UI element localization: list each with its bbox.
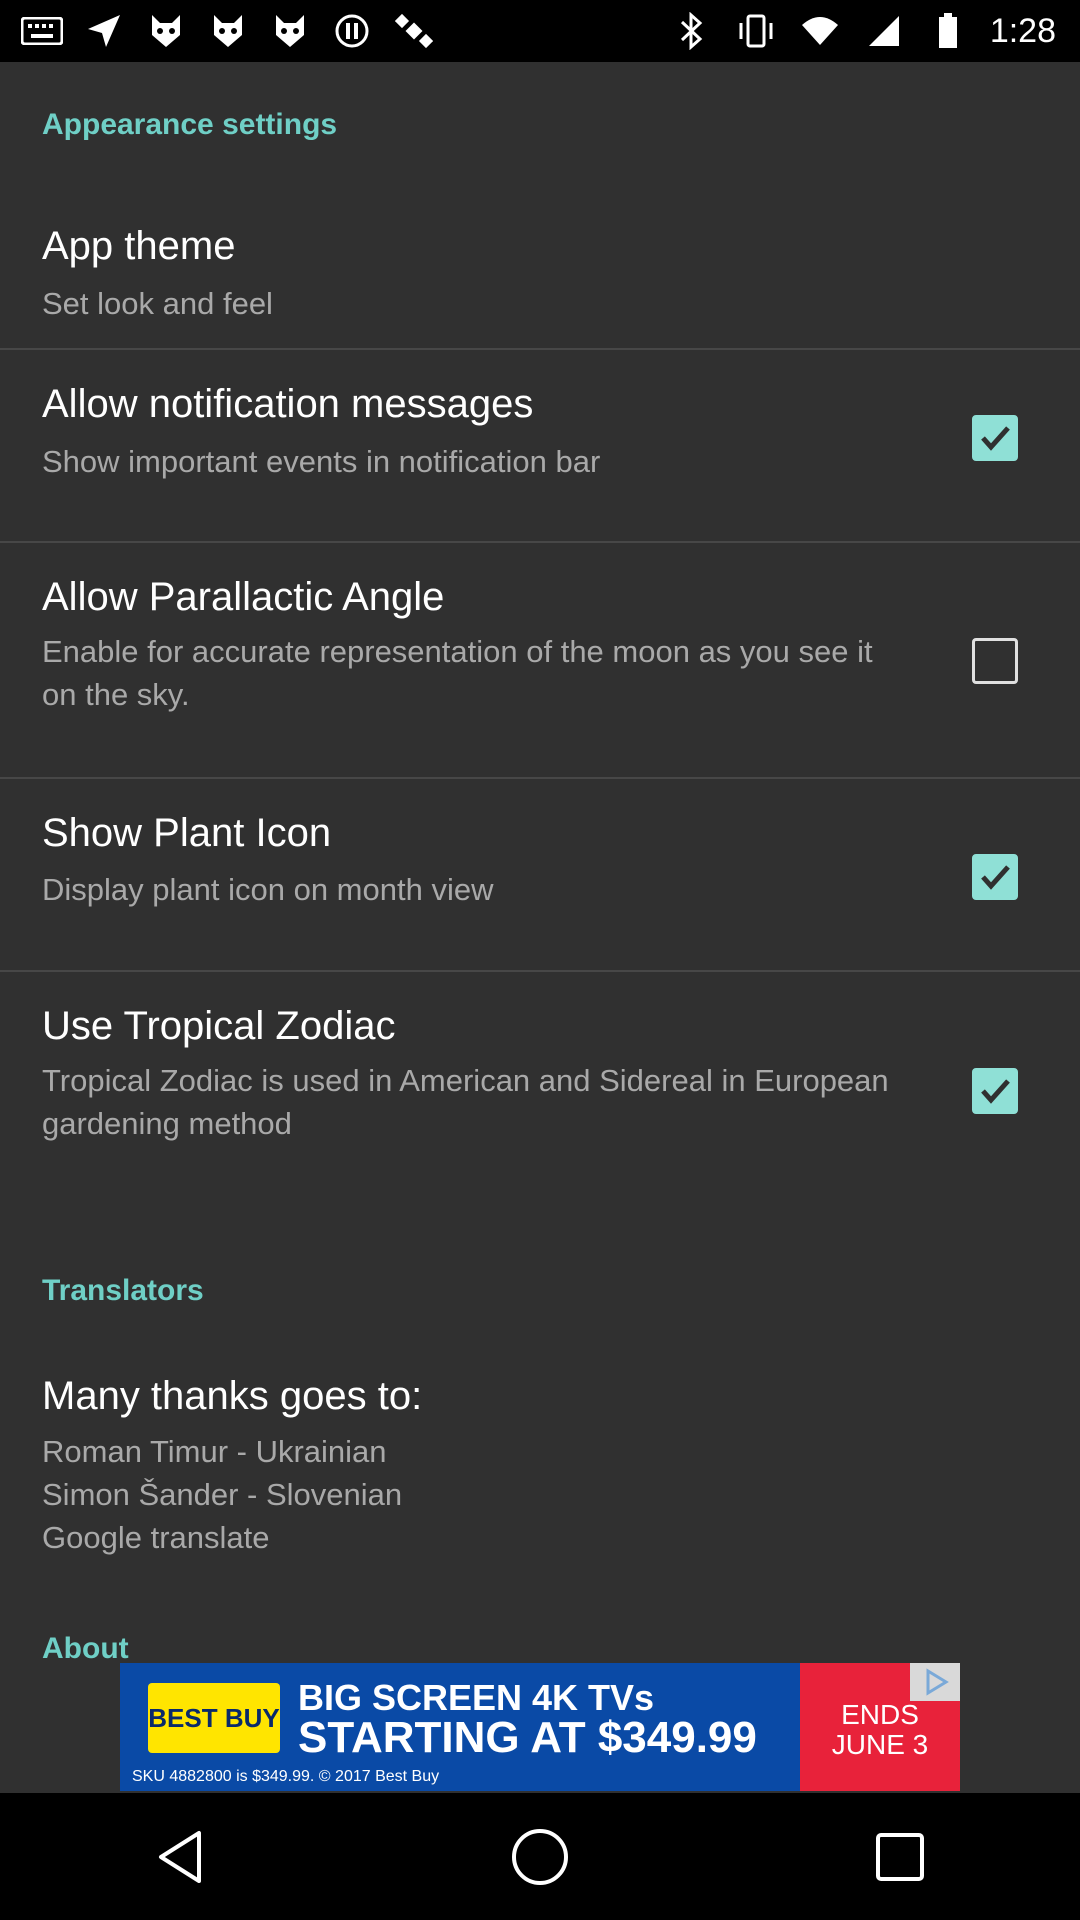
- satellite-icon: [392, 11, 436, 51]
- wifi-icon: [798, 11, 842, 51]
- translators-list: Roman Timur - Ukrainian Simon Šander - S…: [42, 1434, 403, 1555]
- back-button[interactable]: [130, 1807, 230, 1907]
- checkbox-allow-notifications[interactable]: [972, 415, 1018, 461]
- setting-subtitle: Enable for accurate representation of th…: [42, 634, 873, 712]
- setting-title: App theme: [42, 224, 236, 268]
- checkbox-tropical-zodiac[interactable]: [972, 1068, 1018, 1114]
- setting-tropical-zodiac[interactable]: Use Tropical Zodiac Tropical Zodiac is u…: [0, 972, 1080, 1212]
- cat-icon: [206, 11, 250, 51]
- cat-icon: [268, 11, 312, 51]
- home-icon: [512, 1828, 568, 1885]
- ad-ends-line2: JUNE 3: [831, 1729, 929, 1760]
- signal-icon: [862, 11, 906, 51]
- status-bar-left: [0, 11, 436, 51]
- ad-banner[interactable]: BEST BUY BIG SCREEN 4K TVs STARTING AT $…: [120, 1663, 960, 1791]
- recents-button[interactable]: [850, 1807, 950, 1907]
- setting-subtitle: Display plant icon on month view: [42, 872, 494, 907]
- ad-legal-text: SKU 4882800 is $349.99. © 2017 Best Buy: [132, 1768, 440, 1785]
- back-icon: [159, 1830, 201, 1883]
- setting-show-plant-icon[interactable]: Show Plant Icon Display plant icon on mo…: [0, 779, 1080, 979]
- setting-title: Use Tropical Zodiac: [42, 1004, 396, 1048]
- navigation-icon: [82, 11, 126, 51]
- translators-title: Many thanks goes to:: [42, 1374, 423, 1418]
- bluetooth-icon: [670, 11, 714, 51]
- setting-subtitle: Show important events in notification ba…: [42, 444, 601, 479]
- status-bar: 1:28: [0, 0, 1080, 62]
- ad-choices-icon[interactable]: [910, 1663, 960, 1701]
- checkbox-parallactic-angle[interactable]: [972, 638, 1018, 684]
- checkbox-show-plant-icon[interactable]: [972, 854, 1018, 900]
- translators-item[interactable]: Many thanks goes to: Roman Timur - Ukrai…: [0, 1352, 1080, 1612]
- ad-ends-line1: ENDS: [841, 1699, 919, 1730]
- battery-icon: [926, 11, 970, 51]
- status-time: 1:28: [989, 11, 1056, 50]
- setting-subtitle: Tropical Zodiac is used in American and …: [42, 1063, 889, 1141]
- section-header-appearance: Appearance settings: [42, 108, 338, 141]
- fake-gps-icon: [330, 11, 374, 51]
- keyboard-icon: [20, 11, 64, 51]
- section-header-about: About: [42, 1632, 129, 1662]
- cat-icon: [144, 11, 188, 51]
- setting-subtitle: Set look and feel: [42, 286, 273, 321]
- ad-price: STARTING AT $349.99: [298, 1713, 757, 1762]
- vibrate-icon: [734, 11, 778, 51]
- setting-title: Show Plant Icon: [42, 811, 332, 855]
- settings-list[interactable]: Appearance settings App theme Set look a…: [0, 62, 1080, 1662]
- setting-title: Allow notification messages: [42, 382, 534, 426]
- setting-title: Allow Parallactic Angle: [42, 575, 445, 619]
- section-header-translators: Translators: [42, 1274, 204, 1307]
- home-button[interactable]: [490, 1807, 590, 1907]
- recents-icon: [876, 1832, 924, 1881]
- ad-main-text: BIG SCREEN 4K TVs STARTING AT $349.99 SK…: [132, 1663, 800, 1791]
- ad-brand-logo: BEST BUY: [148, 1683, 280, 1753]
- navigation-bar: [0, 1793, 1080, 1920]
- status-bar-right: 1:28: [670, 11, 1080, 51]
